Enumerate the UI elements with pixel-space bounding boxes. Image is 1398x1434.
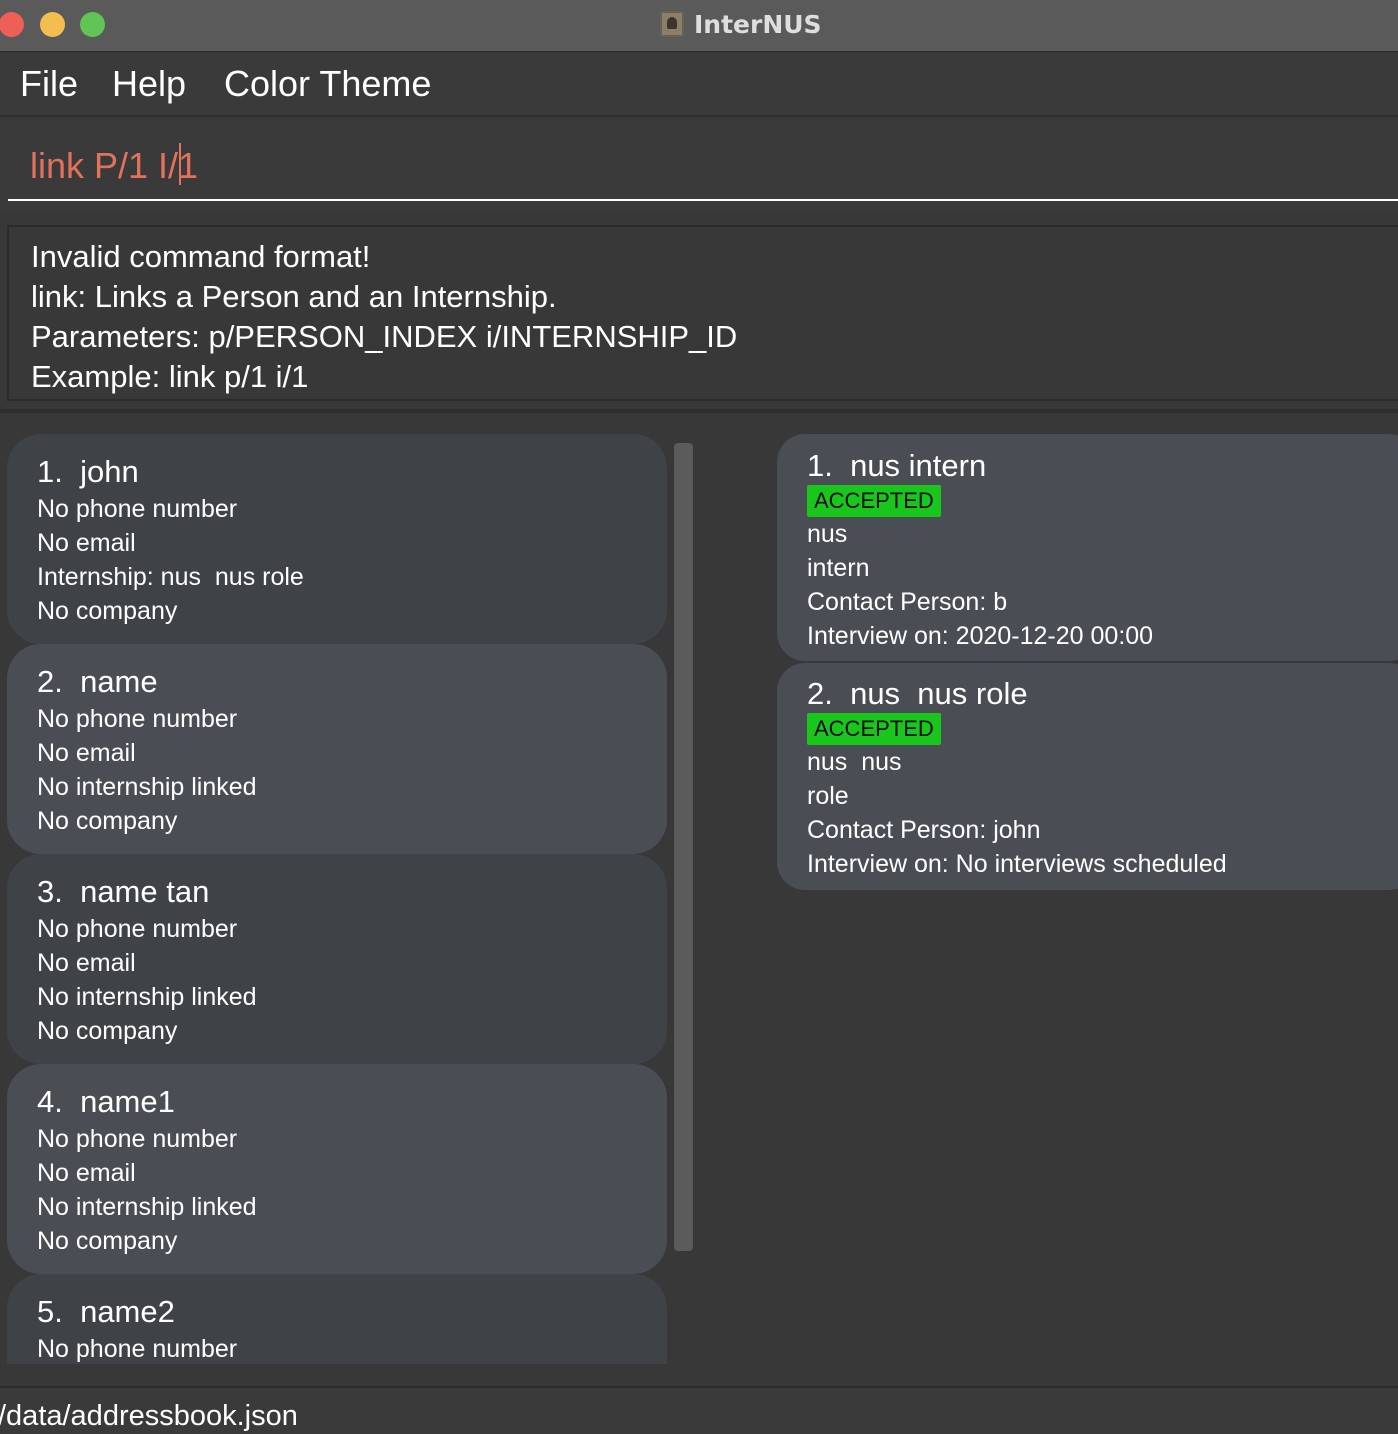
person-name: 3. name tan xyxy=(37,874,210,909)
internship-company: nus xyxy=(807,520,848,548)
menu-color-theme[interactable]: Color Theme xyxy=(224,63,431,105)
person-card[interactable]: 5. name2 No phone number xyxy=(7,1274,667,1364)
status-bar: /data/addressbook.json xyxy=(0,1386,1398,1434)
internship-role: role xyxy=(807,782,849,810)
person-card[interactable]: 4. name1 No phone number No email No int… xyxy=(7,1064,667,1274)
app-icon xyxy=(660,11,684,37)
internship-card[interactable]: 1. nus intern ACCEPTED nus intern Contac… xyxy=(777,434,1398,661)
person-card[interactable]: 1. john No phone number No email Interns… xyxy=(7,434,667,644)
person-name: 2. name xyxy=(37,664,158,699)
command-input[interactable]: link P/1 I/1 xyxy=(8,119,1398,201)
minimize-window-button[interactable] xyxy=(40,12,65,37)
internship-card[interactable]: 2. nus nus role ACCEPTED nus nus role Co… xyxy=(777,663,1398,890)
internship-interview: Interview on: 2020-12-20 00:00 xyxy=(807,622,1154,650)
title-bar: InterNUS xyxy=(0,0,1398,52)
person-company: No company xyxy=(37,807,178,835)
result-line: Parameters: p/PERSON_INDEX i/INTERNSHIP_… xyxy=(31,319,738,354)
person-email: No email xyxy=(37,529,136,557)
person-email: No email xyxy=(37,949,136,977)
menu-file[interactable]: File xyxy=(20,63,78,105)
result-display: Invalid command format! link: Links a Pe… xyxy=(7,225,1398,401)
person-internship: Internship: nus nus role xyxy=(37,563,304,591)
status-badge: ACCEPTED xyxy=(807,713,941,745)
person-phone: No phone number xyxy=(37,1125,238,1153)
person-internship: No internship linked xyxy=(37,983,257,1011)
menu-help[interactable]: Help xyxy=(112,63,186,105)
internship-contact: Contact Person: b xyxy=(807,588,1008,616)
command-box: link P/1 I/1 xyxy=(0,119,1398,213)
person-internship: No internship linked xyxy=(37,773,257,801)
person-card[interactable]: 3. name tan No phone number No email No … xyxy=(7,854,667,1064)
text-caret xyxy=(179,143,181,185)
internship-contact: Contact Person: john xyxy=(807,816,1041,844)
person-phone: No phone number xyxy=(37,1335,238,1363)
save-location: /data/addressbook.json xyxy=(0,1400,298,1432)
person-phone: No phone number xyxy=(37,915,238,943)
internship-interview: Interview on: No interviews scheduled xyxy=(807,850,1227,878)
person-phone: No phone number xyxy=(37,495,238,523)
person-email: No email xyxy=(37,1159,136,1187)
person-name: 5. name2 xyxy=(37,1294,175,1329)
divider xyxy=(0,409,1398,413)
result-line: link: Links a Person and an Internship. xyxy=(31,279,557,314)
command-input-text: link P/1 I/1 xyxy=(30,145,199,186)
person-email: No email xyxy=(37,739,136,767)
person-list[interactable]: 1. john No phone number No email Interns… xyxy=(0,420,670,1364)
window-title-text: InterNUS xyxy=(694,9,822,39)
status-badge: ACCEPTED xyxy=(807,485,941,517)
person-internship: No internship linked xyxy=(37,1193,257,1221)
zoom-window-button[interactable] xyxy=(80,12,105,37)
person-card[interactable]: 2. name No phone number No email No inte… xyxy=(7,644,667,854)
person-name: 4. name1 xyxy=(37,1084,175,1119)
internship-role: intern xyxy=(807,554,870,582)
person-name: 1. john xyxy=(37,454,139,489)
person-company: No company xyxy=(37,597,178,625)
person-phone: No phone number xyxy=(37,705,238,733)
internship-title: 1. nus intern xyxy=(807,448,987,483)
close-window-button[interactable] xyxy=(0,12,24,37)
result-line: Example: link p/1 i/1 xyxy=(31,359,309,394)
menu-bar: File Help Color Theme xyxy=(0,53,1398,117)
internship-company: nus nus xyxy=(807,748,902,776)
person-list-scrollbar[interactable] xyxy=(674,443,693,1251)
window-title: InterNUS xyxy=(660,8,822,40)
result-line: Invalid command format! xyxy=(31,239,371,274)
person-company: No company xyxy=(37,1227,178,1255)
internship-title: 2. nus nus role xyxy=(807,676,1028,711)
person-company: No company xyxy=(37,1017,178,1045)
